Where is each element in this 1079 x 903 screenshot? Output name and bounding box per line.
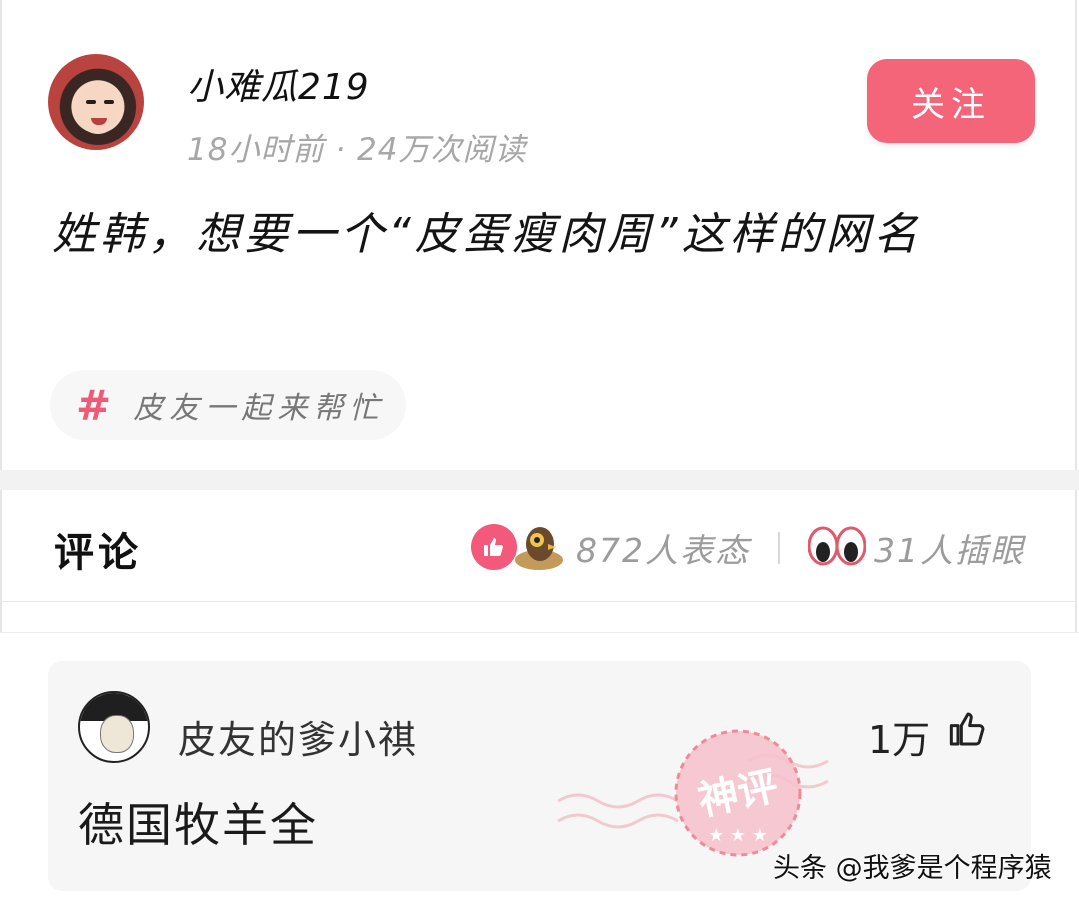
- thumbs-up-icon[interactable]: [471, 524, 517, 570]
- commenter-avatar[interactable]: [78, 691, 150, 763]
- svg-text:★ ★ ★: ★ ★ ★: [708, 825, 768, 846]
- hashtag-icon: #: [76, 380, 112, 430]
- avatar-ear: [126, 695, 146, 715]
- emoji-bird-icon[interactable]: [513, 520, 565, 572]
- user-avatar[interactable]: [48, 54, 144, 150]
- comment-like-count: 1万: [868, 718, 931, 762]
- comments-title: 评论: [54, 530, 142, 576]
- avatar-eye: [104, 100, 114, 104]
- follow-button[interactable]: 关注: [867, 59, 1035, 143]
- avatar-face: [76, 84, 120, 134]
- post-card: 小难瓜219 18小时前 · 24万次阅读 关注 姓韩，想要一个“皮蛋瘦肉周”这…: [0, 0, 1077, 470]
- commenter-name[interactable]: 皮友的爹小祺: [178, 709, 418, 764]
- username[interactable]: 小难瓜219: [187, 58, 370, 110]
- avatar-ear: [82, 695, 102, 715]
- topic-label: 皮友一起来帮忙: [133, 391, 386, 426]
- comment-text: 德国牧羊全: [78, 798, 318, 852]
- source-watermark: 头条 @我爹是个程序猿: [773, 853, 1052, 884]
- avatar-eye: [86, 100, 96, 104]
- section-divider: [0, 470, 1079, 490]
- comments-header-bar: 评论 872人表态 31人插眼: [0, 490, 1077, 602]
- divider: [778, 532, 780, 564]
- border-line: [1075, 602, 1077, 632]
- eye-count[interactable]: 31人插眼: [874, 524, 1025, 572]
- eyes-icon[interactable]: [808, 522, 866, 566]
- post-content: 姓韩，想要一个“皮蛋瘦肉周”这样的网名: [52, 209, 922, 260]
- border-line: [0, 602, 2, 632]
- post-meta: 18小时前 · 24万次阅读: [187, 132, 527, 168]
- topic-tag[interactable]: # 皮友一起来帮忙: [50, 370, 406, 440]
- avatar-face: [100, 715, 134, 753]
- reaction-count[interactable]: 872人表态: [576, 524, 750, 572]
- like-thumb-icon[interactable]: [948, 709, 988, 749]
- section-spacer: [0, 602, 1079, 633]
